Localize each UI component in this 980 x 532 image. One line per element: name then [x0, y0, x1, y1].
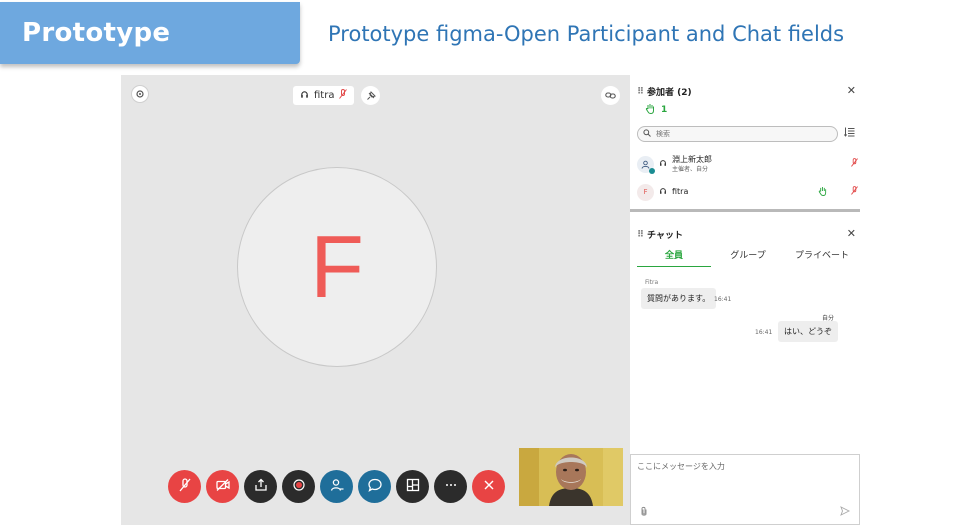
message-sender: Fitra [645, 279, 659, 286]
speaker-name: fitra [314, 90, 335, 101]
active-speaker-pill: fitra [293, 86, 355, 105]
tab-private[interactable]: プライベート [785, 246, 859, 267]
headset-icon [300, 90, 309, 102]
record-button[interactable] [282, 470, 315, 503]
participant-role: 主催者、自分 [672, 166, 709, 174]
chat-button[interactable] [358, 470, 391, 503]
raised-hands-count: 1 [645, 103, 667, 117]
page: Prototype Prototype figma-Open Participa… [0, 0, 980, 532]
speaker-avatar: F [237, 167, 437, 367]
self-video-thumbnail[interactable] [519, 448, 623, 506]
close-chat-button[interactable]: ✕ [847, 227, 856, 240]
hand-icon [645, 103, 655, 117]
layout-button[interactable] [396, 470, 429, 503]
control-bar [168, 470, 505, 503]
sort-icon[interactable] [843, 127, 855, 140]
chat-composer [630, 454, 860, 525]
more-icon [443, 477, 459, 497]
settings-icon[interactable] [131, 85, 149, 103]
participant-info: 淵上新太郎 主催者、自分 [672, 155, 712, 174]
message-input[interactable] [637, 461, 852, 501]
chat-panel: ⠿ チャット ✕ 全員 グループ プライベート Fitra 質問があります。 1… [630, 214, 860, 454]
chat-title: チャット [647, 231, 683, 241]
avatar [637, 155, 655, 174]
participants-header: ⠿ 参加者 (2) [637, 85, 692, 99]
avatar-initial: F [643, 188, 648, 196]
search-input[interactable] [656, 130, 816, 138]
person-photo [519, 448, 623, 506]
headset-icon [659, 187, 667, 197]
avatar: F [637, 183, 654, 201]
participant-search[interactable] [637, 126, 838, 142]
mic-off-icon [177, 477, 193, 497]
close-participants-button[interactable]: ✕ [847, 84, 856, 97]
leave-button[interactable] [472, 470, 505, 503]
drag-handle-icon[interactable]: ⠿ [637, 230, 644, 240]
send-icon[interactable] [840, 506, 851, 519]
record-icon [291, 477, 307, 497]
share-screen-button[interactable] [244, 470, 277, 503]
participant-row[interactable]: F fitra [637, 180, 858, 204]
participants-icon [329, 477, 345, 497]
close-icon [481, 477, 497, 497]
chat-icon [367, 477, 383, 497]
participants-title: 参加者 (2) [647, 88, 692, 98]
chat-tabs: 全員 グループ プライベート [637, 246, 859, 267]
camera-off-button[interactable] [206, 470, 239, 503]
hand-raised-icon [818, 186, 827, 199]
avatar-letter: F [310, 217, 364, 316]
tab-group[interactable]: グループ [711, 246, 785, 267]
mic-off-icon [339, 89, 348, 102]
more-button[interactable] [434, 470, 467, 503]
mic-off-icon [851, 186, 858, 198]
video-off-icon [215, 477, 231, 497]
prototype-badge: Prototype [0, 2, 300, 64]
pin-icon[interactable] [361, 86, 380, 105]
participants-button[interactable] [320, 470, 353, 503]
participants-panel: ⠿ 参加者 (2) ✕ 1 検索 淵上新太郎 主催者、自分 F fitra [630, 75, 860, 212]
chat-header: ⠿ チャット [637, 228, 683, 242]
paperclip-icon[interactable] [640, 506, 648, 520]
participant-name: 淵上新太郎 [672, 154, 712, 164]
person-icon [641, 160, 650, 169]
headset-icon [659, 159, 667, 169]
search-icon [643, 129, 651, 139]
mic-off-icon [851, 158, 858, 170]
badge-label: Prototype [22, 18, 171, 48]
participant-row[interactable]: 淵上新太郎 主催者、自分 [637, 152, 858, 176]
message-time: 16:41 [755, 329, 773, 336]
close-icon: ✕ [846, 227, 856, 240]
layout-icon [405, 477, 421, 497]
drag-handle-icon[interactable]: ⠿ [637, 87, 644, 97]
raised-hands-value: 1 [661, 105, 668, 115]
share-icon [253, 477, 269, 497]
link-icon[interactable] [601, 86, 620, 105]
message-bubble-self: はい、どうぞ [778, 321, 838, 342]
close-icon: ✕ [846, 84, 856, 97]
mute-mic-button[interactable] [168, 470, 201, 503]
message-bubble: 質問があります。 [641, 288, 717, 309]
message-time: 16:41 [714, 296, 732, 303]
page-title: Prototype figma-Open Participant and Cha… [328, 22, 845, 46]
tab-everyone[interactable]: 全員 [637, 246, 711, 267]
participant-name: fitra [672, 187, 689, 197]
